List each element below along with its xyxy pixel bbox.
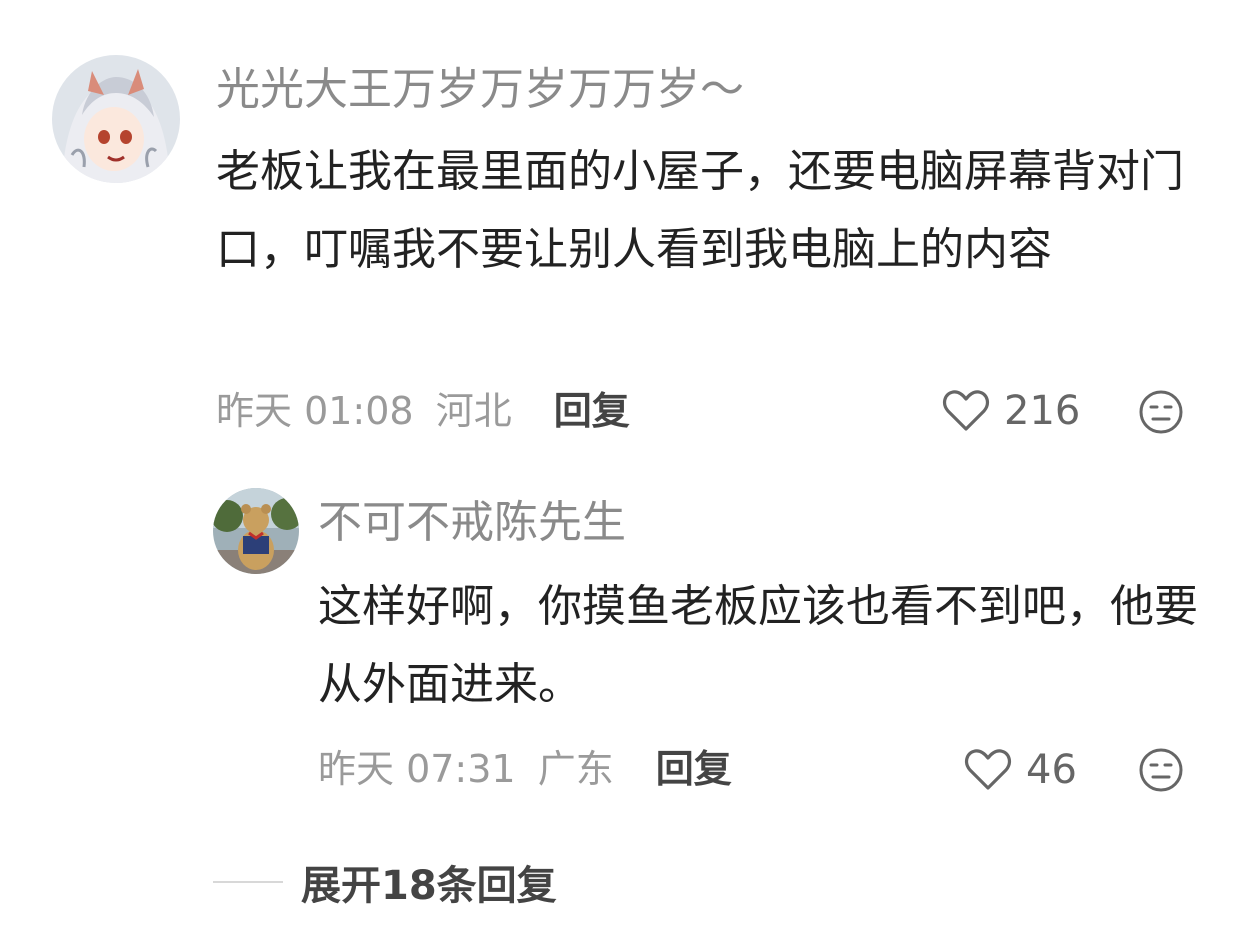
like-count: 216	[1004, 388, 1081, 434]
avatar[interactable]	[213, 488, 299, 574]
expand-replies-label: 展开18条回复	[301, 863, 557, 909]
heart-outline-icon	[942, 390, 990, 431]
comment-meta: 昨天 01:08 河北 回复	[216, 388, 630, 434]
divider-line	[213, 881, 283, 883]
comment-time: 昨天 01:08	[216, 389, 414, 433]
like-button[interactable]: 216	[942, 388, 1080, 434]
comment-region: 河北	[435, 389, 512, 433]
reply-username[interactable]: 不可不戒陈先生	[318, 497, 626, 549]
expand-replies-button[interactable]: 展开18条回复	[213, 856, 557, 909]
comment-username[interactable]: 光光大王万岁万岁万万岁～	[216, 64, 744, 116]
comment-content: 老板让我在最里面的小屋子，还要电脑屏幕背对门口，叮嘱我不要让别人看到我电脑上的内…	[216, 146, 1184, 275]
reply-meta: 昨天 07:31 广东 回复	[318, 746, 732, 792]
avatar[interactable]	[52, 55, 180, 183]
like-button[interactable]: 46	[964, 747, 1077, 793]
meh-face-icon	[1139, 748, 1183, 792]
reply-content: 这样好啊，你摸鱼老板应该也看不到吧，他要从外面进来。	[318, 581, 1198, 710]
reply-time: 昨天 07:31	[318, 747, 516, 791]
dislike-button[interactable]	[1138, 747, 1184, 793]
dislike-button[interactable]	[1138, 389, 1184, 435]
meh-face-icon	[1139, 390, 1183, 434]
reply-button[interactable]: 回复	[656, 746, 732, 792]
heart-outline-icon	[964, 749, 1012, 790]
reply-button[interactable]: 回复	[554, 388, 630, 434]
reply-region: 广东	[537, 747, 614, 791]
like-count: 46	[1026, 747, 1077, 793]
